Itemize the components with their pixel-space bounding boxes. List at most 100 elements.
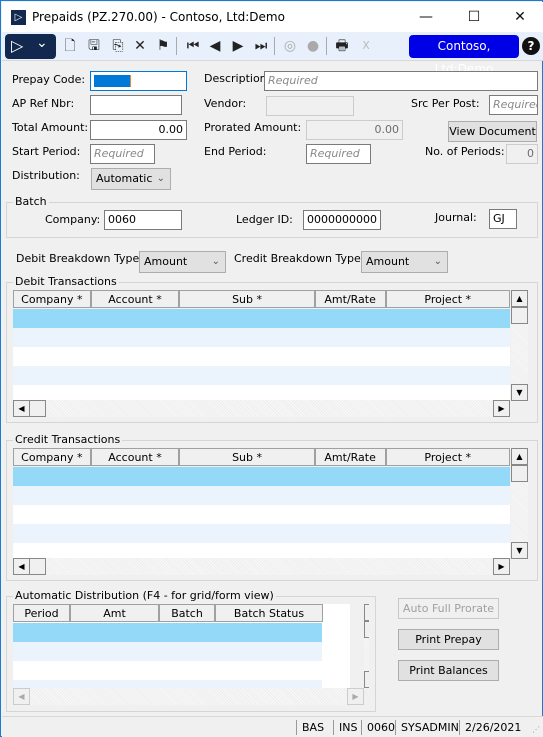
debit-transactions-grid: Company * Account * Sub * Amt/Rate Proje… <box>13 290 531 418</box>
scroll-thumb[interactable] <box>511 465 528 482</box>
scroll-up-button[interactable]: ▲ <box>511 290 528 307</box>
column-header[interactable]: Account * <box>92 291 181 307</box>
print-balances-button[interactable]: Print Balances <box>398 660 499 681</box>
scroll-down-button[interactable]: ▼ <box>364 671 369 688</box>
column-header[interactable]: Period <box>14 605 71 621</box>
delete-icon[interactable]: ✕ <box>131 36 149 56</box>
src-per-post-input[interactable]: Required <box>489 95 538 115</box>
scroll-thumb[interactable] <box>29 400 46 417</box>
vendor-input[interactable] <box>266 96 354 116</box>
last-record-icon[interactable]: ⏭ <box>252 36 270 56</box>
cancel-icon[interactable]: ⚑ <box>154 36 172 56</box>
column-header[interactable]: Batch <box>160 605 216 621</box>
column-header[interactable]: Amt/Rate <box>316 291 387 307</box>
prorated-amount-input[interactable]: 0.00 <box>306 120 403 140</box>
column-header[interactable]: Sub * <box>180 449 316 465</box>
debit-breakdown-type-label: Debit Breakdown Type: <box>16 252 143 265</box>
table-row[interactable] <box>13 623 322 642</box>
distribution-label: Distribution: <box>12 169 80 182</box>
no-of-periods-input[interactable]: 0 <box>506 144 538 164</box>
credit-breakdown-type-select[interactable]: Amount ⌄ <box>361 251 448 273</box>
scroll-left-button[interactable]: ◀ <box>13 558 30 575</box>
scroll-up-button[interactable]: ▲ <box>511 448 528 465</box>
credit-breakdown-type-label: Credit Breakdown Type: <box>234 252 365 265</box>
column-header[interactable]: Amt <box>71 605 160 621</box>
vertical-scrollbar[interactable]: ▲ ▼ <box>511 290 528 402</box>
print-icon[interactable]: 🖶 <box>333 36 351 56</box>
debit-breakdown-type-select[interactable]: Amount ⌄ <box>139 251 226 273</box>
scroll-right-button[interactable]: ▶ <box>493 558 510 575</box>
status-mode: BAS <box>296 720 324 735</box>
table-row[interactable] <box>13 385 510 400</box>
description-input[interactable]: Required <box>264 71 538 91</box>
column-header[interactable]: Project * <box>387 291 510 307</box>
resize-grip-icon[interactable]: ⋰ <box>532 725 540 734</box>
table-row[interactable] <box>13 661 322 680</box>
scroll-left-button[interactable]: ◀ <box>13 688 30 705</box>
column-header[interactable]: Batch Status <box>216 605 322 621</box>
end-period-input[interactable]: Required <box>306 144 371 164</box>
horizontal-scrollbar[interactable]: ◀ ▶ <box>13 558 510 575</box>
save-icon[interactable]: 🖫 <box>85 36 103 56</box>
table-row[interactable] <box>13 486 510 505</box>
vertical-scrollbar[interactable]: ▲ ▼ <box>364 604 369 689</box>
horizontal-scrollbar[interactable]: ◀ ▶ <box>13 688 364 705</box>
attachment-icon[interactable]: ◎ <box>281 36 299 56</box>
table-row[interactable] <box>13 505 510 524</box>
table-row[interactable] <box>13 543 510 558</box>
column-header[interactable]: Account * <box>92 449 181 465</box>
batch-company-input[interactable]: 0060 <box>104 210 182 230</box>
new-icon[interactable]: 🗋 <box>61 36 79 56</box>
table-row[interactable] <box>13 347 510 366</box>
column-header[interactable]: Company * <box>14 449 92 465</box>
notes-icon[interactable]: ● <box>304 36 322 56</box>
start-period-input[interactable]: Required <box>90 144 155 164</box>
scroll-down-button[interactable]: ▼ <box>511 542 528 559</box>
column-header[interactable]: Company * <box>14 291 92 307</box>
table-row[interactable] <box>13 524 510 543</box>
close-button[interactable]: ✕ <box>497 2 543 32</box>
ledger-id-input[interactable]: 0000000000 <box>303 210 381 230</box>
next-record-icon[interactable]: ▶ <box>229 36 247 56</box>
help-icon[interactable]: ? <box>522 37 540 55</box>
grid-header: Period Amt Batch Batch Status <box>13 604 323 622</box>
table-row[interactable] <box>13 642 322 661</box>
previous-record-icon[interactable]: ◀ <box>206 36 224 56</box>
scroll-right-button[interactable]: ▶ <box>493 400 510 417</box>
scroll-down-button[interactable]: ▼ <box>511 384 528 401</box>
auto-full-prorate-button[interactable]: Auto Full Prorate <box>398 598 499 619</box>
ledger-id-label: Ledger ID: <box>236 213 293 226</box>
print-prepay-button[interactable]: Print Prepay <box>398 629 499 650</box>
column-header[interactable]: Amt/Rate <box>316 449 387 465</box>
ap-ref-nbr-input[interactable] <box>90 95 182 115</box>
scroll-thumb[interactable] <box>511 307 528 324</box>
horizontal-scrollbar[interactable]: ◀ ▶ <box>13 400 510 417</box>
first-record-icon[interactable]: ⏮ <box>184 36 202 56</box>
table-row[interactable] <box>13 309 510 328</box>
scroll-up-button[interactable]: ▲ <box>364 604 369 621</box>
view-document-button[interactable]: View Document <box>448 121 537 142</box>
distribution-select[interactable]: Automatic ⌄ <box>91 168 171 190</box>
prepay-code-input[interactable] <box>90 71 187 91</box>
scroll-thumb[interactable] <box>29 558 46 575</box>
scroll-left-button[interactable]: ◀ <box>13 400 30 417</box>
minimize-button[interactable]: — <box>403 2 449 32</box>
company-badge[interactable]: Contoso, Ltd:Demo <box>409 35 519 76</box>
finish-icon[interactable]: ⎘ <box>109 36 127 56</box>
scroll-right-button[interactable]: ▶ <box>347 688 364 705</box>
column-header[interactable]: Project * <box>387 449 510 465</box>
table-row[interactable] <box>13 328 510 347</box>
excel-icon[interactable]: X <box>357 36 375 56</box>
total-amount-input[interactable]: 0.00 <box>90 120 187 140</box>
scroll-thumb[interactable] <box>364 621 369 638</box>
table-row[interactable] <box>13 366 510 385</box>
vertical-scrollbar[interactable]: ▲ ▼ <box>511 448 528 560</box>
journal-input[interactable]: GJ <box>489 209 517 229</box>
maximize-button[interactable]: ☐ <box>451 2 497 32</box>
main-menu-button[interactable]: ▷ ⌄ <box>5 34 56 59</box>
column-header[interactable]: Sub * <box>180 291 316 307</box>
credit-breakdown-type-value: Amount <box>366 255 410 268</box>
table-row[interactable] <box>13 467 510 486</box>
ap-ref-nbr-label: AP Ref Nbr: <box>12 97 75 110</box>
toolbar-separator <box>274 37 275 55</box>
